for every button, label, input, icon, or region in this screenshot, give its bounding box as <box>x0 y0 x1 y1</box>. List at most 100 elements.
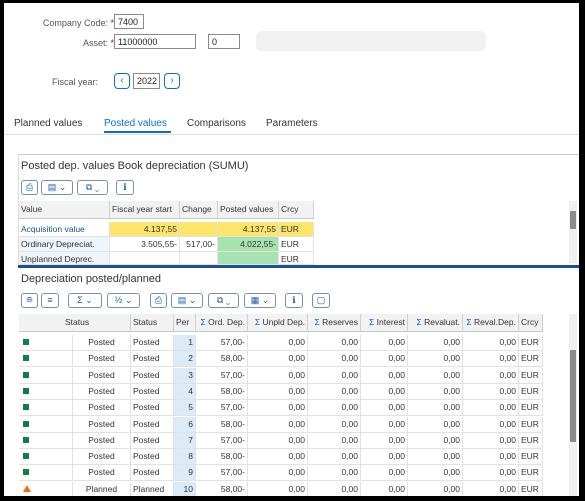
table-cell[interactable]: 58,00- <box>196 416 248 433</box>
table-cell[interactable]: 0,00 <box>248 400 308 417</box>
column-header-ord-dep[interactable]: Σ Ord. Dep. <box>196 314 248 331</box>
table-cell[interactable]: Planned <box>131 481 174 496</box>
table-cell[interactable]: 58,00- <box>196 351 248 368</box>
table-cell[interactable] <box>19 383 73 400</box>
table-cell[interactable]: Posted <box>131 367 174 384</box>
previous-year-button[interactable]: ‹ <box>114 73 130 89</box>
subtotal-button[interactable]: ½ ⌄ <box>107 293 140 308</box>
column-header-reval-dep[interactable]: Σ Reval.Dep. <box>463 314 519 331</box>
table-cell[interactable]: Posted <box>131 400 174 417</box>
table-cell[interactable]: EUR <box>519 481 543 496</box>
table-cell[interactable]: EUR <box>279 237 314 252</box>
column-header-status[interactable]: Status <box>131 314 174 331</box>
table-cell[interactable] <box>19 481 73 496</box>
fiscal-year-input[interactable]: 2022 <box>133 73 160 89</box>
table-cell[interactable]: 57,00- <box>196 432 248 449</box>
table-cell[interactable]: 0,00 <box>308 416 361 433</box>
table-cell[interactable]: 0,00 <box>408 481 463 496</box>
table-cell[interactable]: EUR <box>519 400 543 417</box>
column-header-unpld-dep[interactable]: Σ Unpld Dep. <box>248 314 308 331</box>
table-cell[interactable] <box>180 252 218 265</box>
table-cell[interactable]: 0,00 <box>408 432 463 449</box>
column-header-status-icon[interactable]: Status <box>19 314 131 331</box>
asset-subnumber-input[interactable]: 0 <box>208 34 240 49</box>
table-cell[interactable]: 0,00 <box>308 400 361 417</box>
export-button-2[interactable]: ▤ ⌄ <box>171 293 203 308</box>
table-cell[interactable] <box>19 449 73 466</box>
table-cell[interactable]: 57,00- <box>196 400 248 417</box>
tab-parameters[interactable]: Parameters <box>266 118 318 129</box>
table-cell[interactable]: Posted <box>73 400 131 417</box>
table-cell[interactable]: Posted <box>131 432 174 449</box>
table-cell[interactable]: 0,00 <box>463 400 519 417</box>
table-cell[interactable]: 58,00- <box>196 481 248 496</box>
table-cell[interactable]: 0,00 <box>308 481 361 496</box>
details-button[interactable]: ℹ <box>116 180 134 195</box>
table-cell[interactable] <box>19 351 73 368</box>
table-cell[interactable]: 4 <box>174 383 196 400</box>
table-cell[interactable]: 517,00- <box>180 237 218 252</box>
asset-input[interactable]: 11000000 <box>114 34 196 49</box>
table-cell[interactable]: 0,00 <box>463 465 519 482</box>
company-code-input[interactable]: 7400 <box>114 14 144 29</box>
window-button[interactable]: ▢ <box>312 293 330 308</box>
table-cell[interactable]: Posted <box>131 416 174 433</box>
table-cell[interactable]: 0,00 <box>248 367 308 384</box>
column-header-reserves[interactable]: Σ Reserves <box>308 314 361 331</box>
table-cell[interactable]: 4.137,55 <box>110 222 180 237</box>
table-cell[interactable]: 0,00 <box>361 335 408 351</box>
table-cell[interactable]: 5 <box>174 400 196 417</box>
table-cell[interactable]: Posted <box>73 383 131 400</box>
table-cell[interactable]: Acquisition value <box>19 222 110 237</box>
table-cell[interactable]: 0,00 <box>463 481 519 496</box>
table-cell[interactable]: 58,00- <box>196 383 248 400</box>
table-cell[interactable]: Posted <box>73 367 131 384</box>
table-cell[interactable]: Unplanned Deprec. <box>19 252 110 265</box>
column-header-per[interactable]: Per <box>174 314 196 331</box>
table-cell[interactable]: 0,00 <box>361 465 408 482</box>
tab-planned-values[interactable]: Planned values <box>14 118 82 129</box>
table-cell[interactable]: 0,00 <box>248 351 308 368</box>
table-cell[interactable] <box>19 367 73 384</box>
scrollbar-thumb[interactable] <box>570 211 576 229</box>
panel-splitter[interactable] <box>18 265 579 268</box>
table-cell[interactable]: 0,00 <box>408 367 463 384</box>
table-cell[interactable]: 0,00 <box>248 481 308 496</box>
table-cell[interactable]: 0,00 <box>308 383 361 400</box>
table-cell[interactable]: Posted <box>73 335 131 351</box>
table-cell[interactable]: 0,00 <box>463 367 519 384</box>
export-button[interactable]: ▤ ⌄ <box>41 180 73 195</box>
table-cell[interactable]: 0,00 <box>463 449 519 466</box>
table-cell[interactable]: EUR <box>519 432 543 449</box>
column-header-interest[interactable]: Σ Interest <box>361 314 408 331</box>
column-header-revaluat[interactable]: Σ Revaluat. <box>408 314 463 331</box>
table-cell[interactable]: 0,00 <box>463 335 519 351</box>
table-cell[interactable]: EUR <box>279 222 314 237</box>
table-cell[interactable]: 0,00 <box>308 367 361 384</box>
table-cell[interactable]: 0,00 <box>361 351 408 368</box>
table-cell[interactable]: EUR <box>519 383 543 400</box>
column-header-crcy[interactable]: Crcy <box>279 201 314 218</box>
table-cell[interactable]: 57,00- <box>196 335 248 351</box>
table-cell[interactable]: 0,00 <box>308 465 361 482</box>
table-cell[interactable]: 0,00 <box>308 351 361 368</box>
table-cell[interactable]: 57,00- <box>196 367 248 384</box>
table-cell[interactable]: Posted <box>131 465 174 482</box>
table-cell[interactable]: 0,00 <box>408 465 463 482</box>
table-cell[interactable]: 0,00 <box>361 383 408 400</box>
table-cell[interactable]: EUR <box>519 335 543 351</box>
table-cell[interactable]: 0,00 <box>408 351 463 368</box>
table-cell[interactable]: Posted <box>73 351 131 368</box>
table-cell[interactable] <box>19 335 73 351</box>
table-cell[interactable]: 10 <box>174 481 196 496</box>
column-header-value[interactable]: Value <box>19 201 110 218</box>
table-cell[interactable]: 0,00 <box>361 481 408 496</box>
table-cell[interactable]: Posted <box>131 383 174 400</box>
table-cell[interactable]: 0,00 <box>361 416 408 433</box>
table-cell[interactable]: Posted <box>73 416 131 433</box>
table-cell[interactable]: 0,00 <box>308 449 361 466</box>
table-cell[interactable] <box>218 252 279 265</box>
table-cell[interactable]: Posted <box>73 449 131 466</box>
sort-ascending-button[interactable]: ≘ <box>21 293 38 308</box>
column-header-change[interactable]: Change <box>180 201 218 218</box>
